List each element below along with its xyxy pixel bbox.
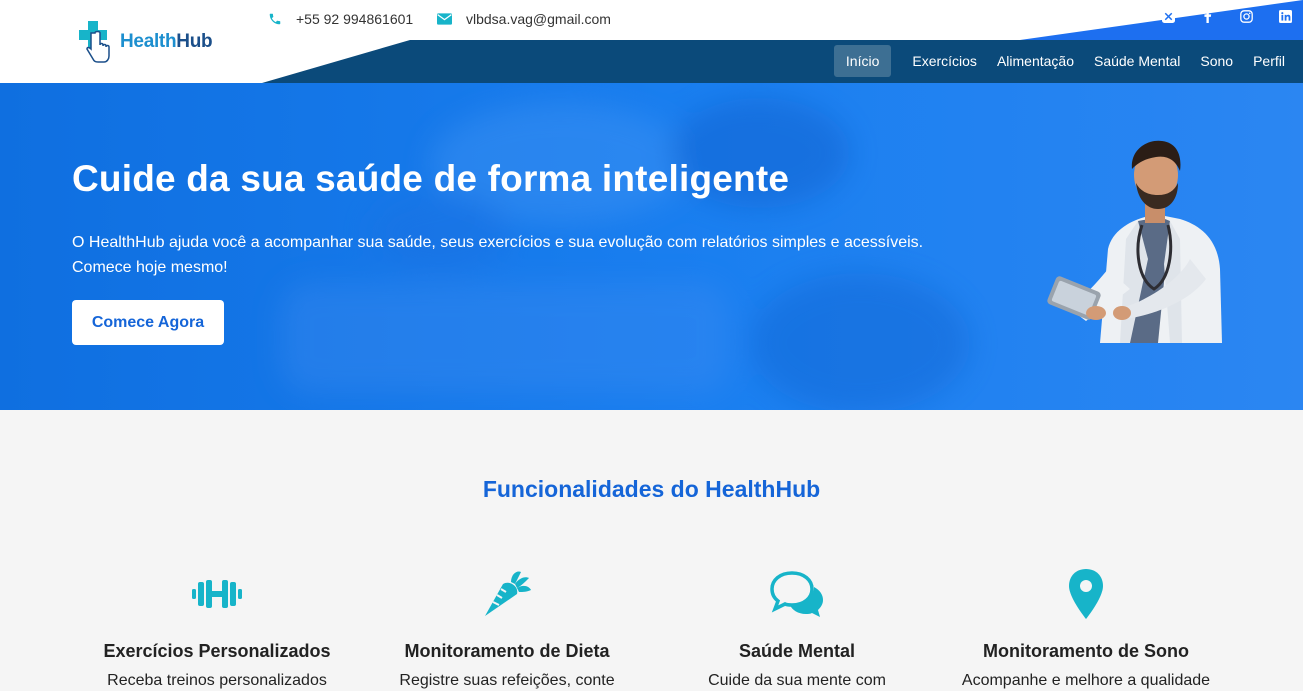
logo-icon bbox=[79, 21, 110, 63]
linkedin-icon[interactable] bbox=[1277, 8, 1293, 24]
social-links bbox=[1137, 8, 1293, 24]
logo-text-hub: Hub bbox=[176, 31, 213, 52]
nav-item-sono[interactable]: Sono bbox=[1188, 45, 1245, 77]
logo-text: HealthHub bbox=[120, 31, 213, 53]
feature-title: Monitoramento de Sono bbox=[983, 641, 1189, 661]
features-title: Funcionalidades do HealthHub bbox=[482, 476, 821, 502]
feature-description: Cuide da sua mente com bbox=[708, 672, 886, 689]
nav-item-saude-mental[interactable]: Saúde Mental bbox=[1082, 45, 1192, 77]
email-icon bbox=[437, 13, 452, 25]
dumbbell-icon bbox=[72, 565, 362, 623]
nav-item-perfil[interactable]: Perfil bbox=[1241, 45, 1303, 77]
feature-description: Registre suas refeições, conte bbox=[399, 672, 615, 689]
feature-card: Monitoramento de Dieta Registre suas ref… bbox=[362, 565, 652, 690]
feature-description: Acompanhe e melhore a qualidade bbox=[961, 672, 1211, 689]
hero-description: O HealthHub ajuda você a acompanhar sua … bbox=[72, 234, 924, 276]
x-icon[interactable] bbox=[1160, 8, 1176, 24]
email-address: vlbdsa.vag@gmail.com bbox=[466, 11, 611, 27]
feature-title: Exercícios Personalizados bbox=[103, 641, 331, 661]
start-now-button[interactable]: Comece Agora bbox=[72, 300, 224, 345]
doctor-illustration bbox=[1047, 140, 1222, 343]
facebook-icon[interactable] bbox=[1199, 8, 1215, 24]
logo[interactable]: HealthHub bbox=[78, 19, 213, 65]
nav-item-inicio[interactable]: Início bbox=[833, 45, 892, 77]
feature-title: Monitoramento de Dieta bbox=[404, 641, 610, 661]
nav-item-exercicios[interactable]: Exercícios bbox=[900, 45, 989, 77]
contact-email[interactable]: vlbdsa.vag@gmail.com bbox=[437, 11, 611, 27]
chat-bubbles-icon bbox=[652, 565, 942, 623]
site-header: HealthHub +55 92 994861601 vlbdsa.vag@gm… bbox=[0, 0, 1303, 83]
location-pin-icon bbox=[941, 565, 1231, 623]
carrot-icon bbox=[362, 565, 652, 623]
phone-icon bbox=[269, 13, 281, 25]
main-nav: Início Exercícios Alimentação Saúde Ment… bbox=[826, 45, 1303, 77]
logo-text-health: Health bbox=[120, 31, 177, 52]
contact-phone[interactable]: +55 92 994861601 bbox=[268, 11, 413, 27]
feature-card: Exercícios Personalizados Receba treinos… bbox=[72, 565, 362, 690]
feature-card: Saúde Mental Cuide da sua mente com bbox=[652, 565, 942, 690]
feature-card: Monitoramento de Sono Acompanhe e melhor… bbox=[941, 565, 1231, 690]
nav-item-alimentacao[interactable]: Alimentação bbox=[985, 45, 1086, 77]
feature-description: Receba treinos personalizados bbox=[107, 672, 327, 689]
phone-number: +55 92 994861601 bbox=[296, 11, 414, 27]
instagram-icon[interactable] bbox=[1238, 8, 1254, 24]
hero-title: Cuide da sua saúde de forma inteligente bbox=[72, 158, 790, 199]
hero-banner: Cuide da sua saúde de forma inteligente … bbox=[0, 83, 1303, 410]
feature-title: Saúde Mental bbox=[738, 641, 856, 661]
